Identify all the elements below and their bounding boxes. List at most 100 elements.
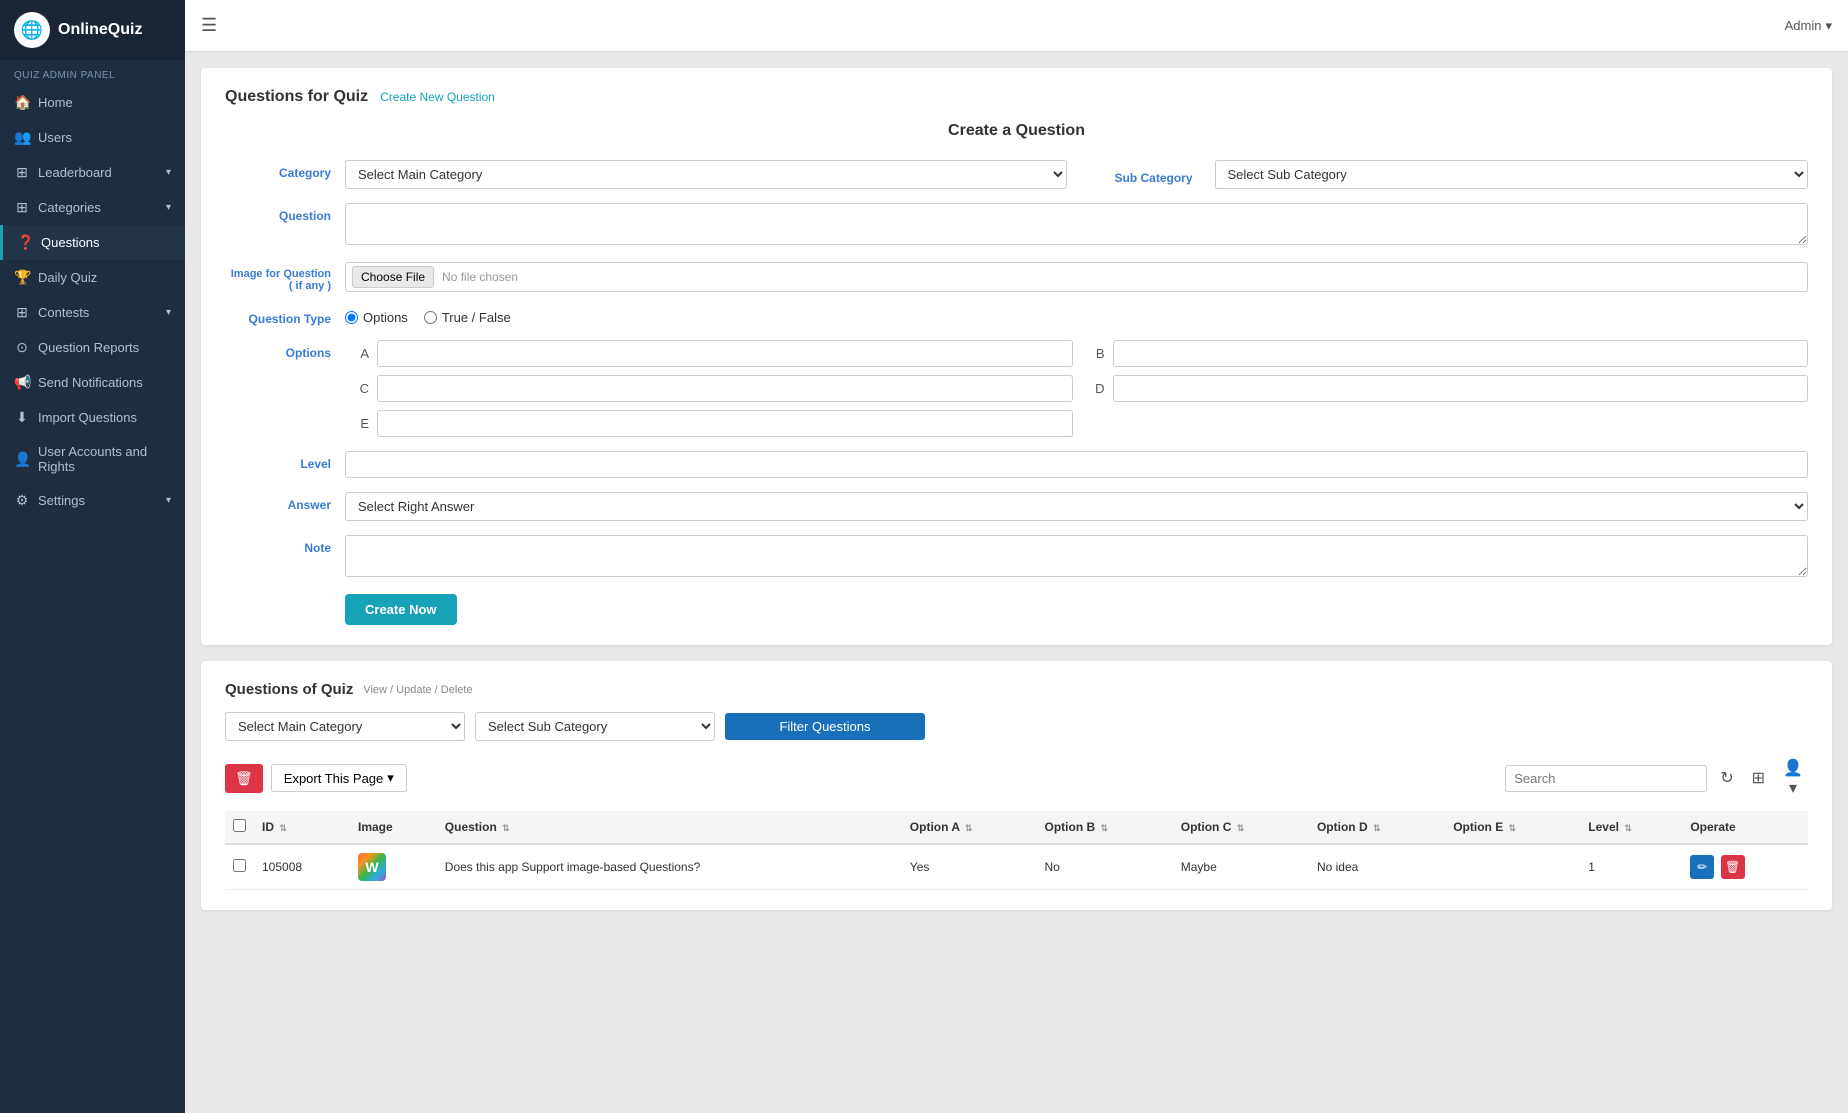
sidebar-item-label: Import Questions: [38, 410, 137, 425]
row-option-a: Yes: [902, 844, 1037, 890]
question-type-label: Question Type: [225, 306, 345, 326]
sidebar-item-import-questions[interactable]: ⬇ Import Questions: [0, 400, 185, 435]
answer-select[interactable]: Select Right Answer: [345, 492, 1808, 521]
chevron-down-icon: ▾: [387, 770, 394, 786]
grid-view-button[interactable]: ⊞: [1747, 765, 1770, 791]
row-checkbox[interactable]: [233, 859, 246, 872]
sidebar-item-categories[interactable]: ⊞ Categories ▾: [0, 190, 185, 225]
note-label: Note: [225, 535, 345, 555]
sidebar-item-home[interactable]: 🏠 Home: [0, 85, 185, 120]
edit-button[interactable]: ✏: [1690, 855, 1714, 879]
main-category-field: Select Main Category: [345, 160, 1067, 189]
option-b-input[interactable]: [1113, 340, 1809, 367]
sidebar-item-leaderboard[interactable]: ⊞ Leaderboard ▾: [0, 155, 185, 190]
sidebar-item-settings[interactable]: ⚙ Settings ▾: [0, 483, 185, 518]
option-c-input[interactable]: [377, 375, 1073, 402]
select-all-checkbox[interactable]: [233, 819, 246, 832]
options-radio[interactable]: [345, 311, 358, 324]
main-wrapper: ☰ Admin ▾ Questions for Quiz Create New …: [185, 0, 1848, 1113]
filter-main-category-select[interactable]: Select Main Category: [225, 712, 465, 741]
level-label: Level: [225, 451, 345, 471]
sub-category-label: Sub Category: [1087, 165, 1207, 185]
truefalse-radio-label[interactable]: True / False: [424, 310, 511, 325]
create-new-question-link[interactable]: Create New Question: [380, 90, 495, 104]
toolbar-right: ↻ ⊞ 👤▾: [1505, 755, 1808, 801]
section-title-row: Questions of Quiz View / Update / Delete: [225, 681, 1808, 698]
question-input[interactable]: [345, 203, 1808, 245]
sidebar-item-label: Daily Quiz: [38, 270, 97, 285]
questions-icon: ❓: [17, 234, 33, 251]
question-type-row: Question Type Options True / False: [225, 306, 1808, 326]
home-icon: 🏠: [14, 94, 30, 111]
row-image: W: [350, 844, 437, 890]
sidebar-item-question-reports[interactable]: ⊙ Question Reports: [0, 330, 185, 365]
sidebar-item-daily-quiz[interactable]: 🏆 Daily Quiz: [0, 260, 185, 295]
sub-category-select[interactable]: Select Sub Category: [1215, 160, 1809, 189]
question-type-field: Options True / False: [345, 306, 1808, 325]
users-icon: 👥: [14, 129, 30, 146]
question-row: Question: [225, 203, 1808, 248]
grid-icon: ⊞: [1752, 770, 1765, 787]
choose-file-button[interactable]: Choose File: [352, 266, 434, 288]
option-a-input[interactable]: [377, 340, 1073, 367]
level-header: Level ⇅: [1580, 811, 1682, 844]
sidebar-item-label: Settings: [38, 493, 85, 508]
options-radio-label[interactable]: Options: [345, 310, 408, 325]
note-input[interactable]: [345, 535, 1808, 577]
filter-questions-button[interactable]: Filter Questions: [725, 713, 925, 740]
select-all-header: [225, 811, 254, 844]
table-head: ID ⇅ Image Question ⇅ Option A ⇅ Option …: [225, 811, 1808, 844]
level-input[interactable]: [345, 451, 1808, 478]
sidebar-item-contests[interactable]: ⊞ Contests ▾: [0, 295, 185, 330]
sidebar-item-label: Leaderboard: [38, 165, 112, 180]
options-grid-row1: A B: [345, 340, 1808, 367]
level-row: Level: [225, 451, 1808, 478]
sidebar-item-label: Questions: [41, 235, 100, 250]
chevron-down-icon: ▾: [1825, 18, 1832, 34]
row-option-e: [1445, 844, 1580, 890]
bulk-delete-button[interactable]: 🗑: [225, 764, 263, 793]
truefalse-label: True / False: [442, 310, 511, 325]
user-settings-button[interactable]: 👤▾: [1778, 755, 1808, 801]
chevron-down-icon: ▾: [166, 495, 171, 506]
app-logo: 🌐 OnlineQuiz: [0, 0, 185, 60]
row-image-thumbnail: W: [358, 853, 386, 881]
image-header: Image: [350, 811, 437, 844]
export-label: Export This Page: [284, 771, 383, 786]
row-option-d: No idea: [1309, 844, 1445, 890]
header-right: Admin ▾: [1785, 18, 1832, 34]
delete-row-button[interactable]: 🗑: [1721, 855, 1745, 879]
answer-label: Answer: [225, 492, 345, 512]
create-now-button[interactable]: Create Now: [345, 594, 457, 625]
filter-row: Select Main Category Select Sub Category…: [225, 712, 1808, 741]
options-grid-row3: E: [345, 410, 1808, 437]
options-label: Options: [225, 340, 345, 360]
user-settings-icon: 👤▾: [1783, 760, 1803, 797]
sidebar-item-questions[interactable]: ❓ Questions: [0, 225, 185, 260]
main-category-select[interactable]: Select Main Category: [345, 160, 1067, 189]
truefalse-radio[interactable]: [424, 311, 437, 324]
hamburger-button[interactable]: ☰: [201, 15, 217, 36]
option-e-input[interactable]: [377, 410, 1073, 437]
export-button[interactable]: Export This Page ▾: [271, 764, 407, 792]
search-input[interactable]: [1505, 765, 1707, 792]
filter-sub-category-select[interactable]: Select Sub Category: [475, 712, 715, 741]
sidebar-section-label: Quiz Admin Panel: [0, 60, 185, 85]
sidebar-item-user-accounts[interactable]: 👤 User Accounts and Rights: [0, 435, 185, 483]
note-field: [345, 535, 1808, 580]
chevron-down-icon: ▾: [166, 202, 171, 213]
image-label: Image for Question ( if any ): [225, 262, 345, 292]
note-row: Note: [225, 535, 1808, 580]
chevron-down-icon: ▾: [166, 167, 171, 178]
refresh-button[interactable]: ↻: [1715, 765, 1738, 791]
create-button-wrapper: Create Now: [345, 594, 1808, 625]
sidebar-item-send-notifications[interactable]: 📢 Send Notifications: [0, 365, 185, 400]
questions-list-card: Questions of Quiz View / Update / Delete…: [201, 661, 1832, 910]
chevron-down-icon: ▾: [166, 307, 171, 318]
sidebar-item-users[interactable]: 👥 Users: [0, 120, 185, 155]
option-d-input[interactable]: [1113, 375, 1809, 402]
sidebar-item-label: Users: [38, 130, 72, 145]
question-label: Question: [225, 203, 345, 223]
option-b-header: Option B ⇅: [1037, 811, 1173, 844]
admin-menu-button[interactable]: Admin ▾: [1785, 18, 1832, 34]
